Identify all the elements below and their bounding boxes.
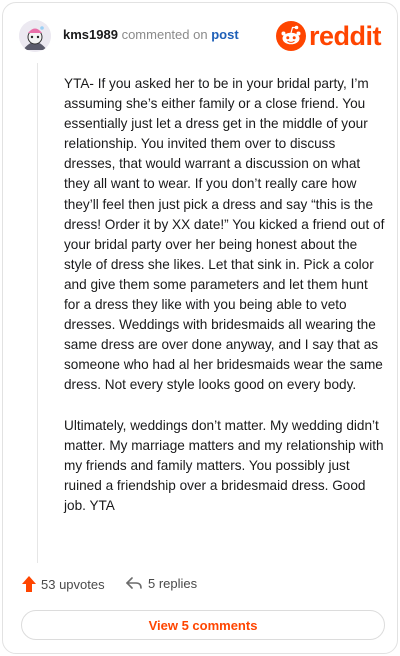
reddit-logo[interactable]: reddit — [275, 20, 382, 52]
comment-body: YTA- If you asked her to be in your brid… — [64, 74, 386, 516]
comment-meta: kms1989 commented on post — [63, 27, 239, 42]
comment-header: kms1989 commented on post reddit — [19, 17, 382, 57]
view-comments-button[interactable]: View 5 comments — [21, 610, 385, 640]
reddit-wordmark: reddit — [308, 21, 382, 51]
thread-line[interactable] — [37, 63, 38, 563]
reply-arrow-icon — [126, 577, 142, 589]
post-link[interactable]: post — [211, 27, 238, 42]
upvote-arrow-icon — [22, 576, 36, 592]
reddit-logo-icon — [275, 21, 306, 51]
replies-button[interactable]: 5 replies — [125, 575, 197, 591]
upvote-button[interactable]: 53 upvotes — [21, 575, 105, 593]
username-link[interactable]: kms1989 — [63, 27, 118, 42]
user-avatar-icon[interactable] — [19, 20, 51, 52]
reply-count: 5 replies — [148, 575, 198, 591]
upvote-count: 53 upvotes — [41, 576, 105, 592]
commented-on-label: commented on — [121, 27, 208, 42]
comment-paragraph-2: Ultimately, weddings don’t matter. My we… — [64, 417, 384, 513]
comment-card: kms1989 commented on post reddit YTA- If… — [2, 2, 398, 654]
comment-paragraph-1: YTA- If you asked her to be in your brid… — [64, 76, 385, 393]
